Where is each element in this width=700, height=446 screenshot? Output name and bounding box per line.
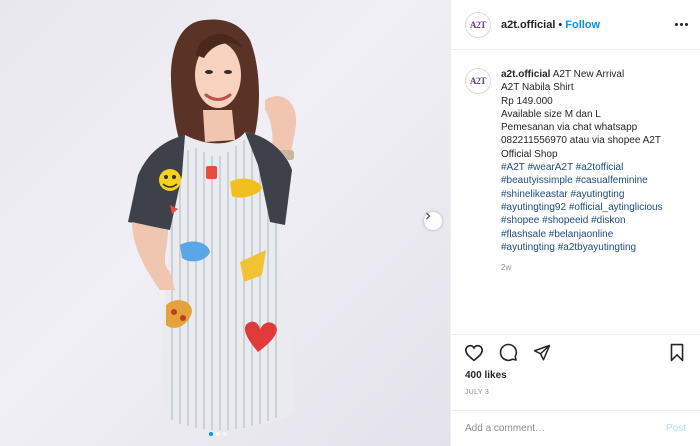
caption-first-line: A2T New Arrival	[552, 69, 625, 80]
post-date[interactable]: JULY 3	[451, 386, 700, 410]
more-options-icon[interactable]	[675, 23, 688, 26]
next-image-button[interactable]	[424, 212, 442, 230]
caption-line: 082211556970 atau via shopee A2T	[501, 135, 661, 147]
comment-form: Post	[451, 410, 700, 446]
caption-username[interactable]: a2t.official	[501, 69, 550, 80]
hashtag-line[interactable]: #flashsale #belanjaonline	[501, 228, 663, 241]
instagram-post: A2T a2t.official • Follow A2T a2t.offici…	[0, 0, 700, 446]
model-photo-illustration	[128, 19, 297, 430]
share-icon	[533, 344, 551, 360]
comment-icon	[499, 343, 517, 362]
comment-input[interactable]	[465, 423, 666, 434]
avatar-logo-text: A2T	[469, 76, 487, 86]
caption-area: A2T a2t.official A2T New Arrival A2T Nab…	[451, 50, 700, 334]
hashtag-line[interactable]: #ayutingting #a2tbyayutingting	[501, 241, 663, 254]
caption-line: A2T Nabila Shirt	[501, 82, 574, 94]
carousel-dot-active	[209, 432, 213, 436]
hashtag-line[interactable]: #A2T #wearA2T #a2tofficial	[501, 161, 663, 174]
header-separator: •	[558, 18, 563, 31]
heart-icon	[464, 344, 484, 361]
carousel-indicators	[209, 432, 227, 436]
carousel-dot	[216, 432, 220, 436]
post-photo[interactable]	[0, 0, 450, 446]
post-panel: A2T a2t.official • Follow A2T a2t.offici…	[450, 0, 700, 446]
hashtag-line[interactable]: #shinelikeastar #ayutingting	[501, 188, 663, 201]
caption-line: Available size M dan L	[501, 108, 601, 120]
like-button[interactable]	[463, 342, 485, 364]
hashtag-line[interactable]: #shopee #shopeeid #diskon	[501, 214, 663, 227]
likes-count[interactable]: 400 likes	[451, 370, 700, 386]
follow-button[interactable]: Follow	[565, 19, 600, 31]
hashtag-line[interactable]: #ayutingting92 #official_aytinglicious	[501, 201, 663, 214]
action-bar	[451, 334, 700, 370]
chevron-right-icon	[426, 212, 431, 220]
caption-age: 2w	[501, 263, 512, 273]
carousel-dot	[223, 432, 227, 436]
comment-button[interactable]	[497, 342, 519, 364]
post-comment-button[interactable]: Post	[666, 423, 686, 434]
avatar-logo-text: A2T	[469, 19, 487, 30]
caption-line: Official Shop	[501, 148, 558, 160]
username-link[interactable]: a2t.official	[501, 19, 555, 31]
avatar[interactable]: A2T	[465, 11, 491, 38]
caption-line: Pemesanan via chat whatsapp	[501, 122, 638, 134]
post-header: A2T a2t.official • Follow	[451, 0, 700, 50]
caption-line: Rp 149.000	[501, 95, 553, 107]
caption-avatar[interactable]: A2T	[465, 68, 491, 94]
hashtag-line[interactable]: #beautyissimple #casualfeminine	[501, 174, 663, 187]
caption-text: a2t.official A2T New Arrival A2T Nabila …	[501, 68, 663, 334]
save-button[interactable]	[666, 342, 688, 364]
bookmark-icon	[670, 343, 684, 362]
share-button[interactable]	[531, 342, 553, 364]
